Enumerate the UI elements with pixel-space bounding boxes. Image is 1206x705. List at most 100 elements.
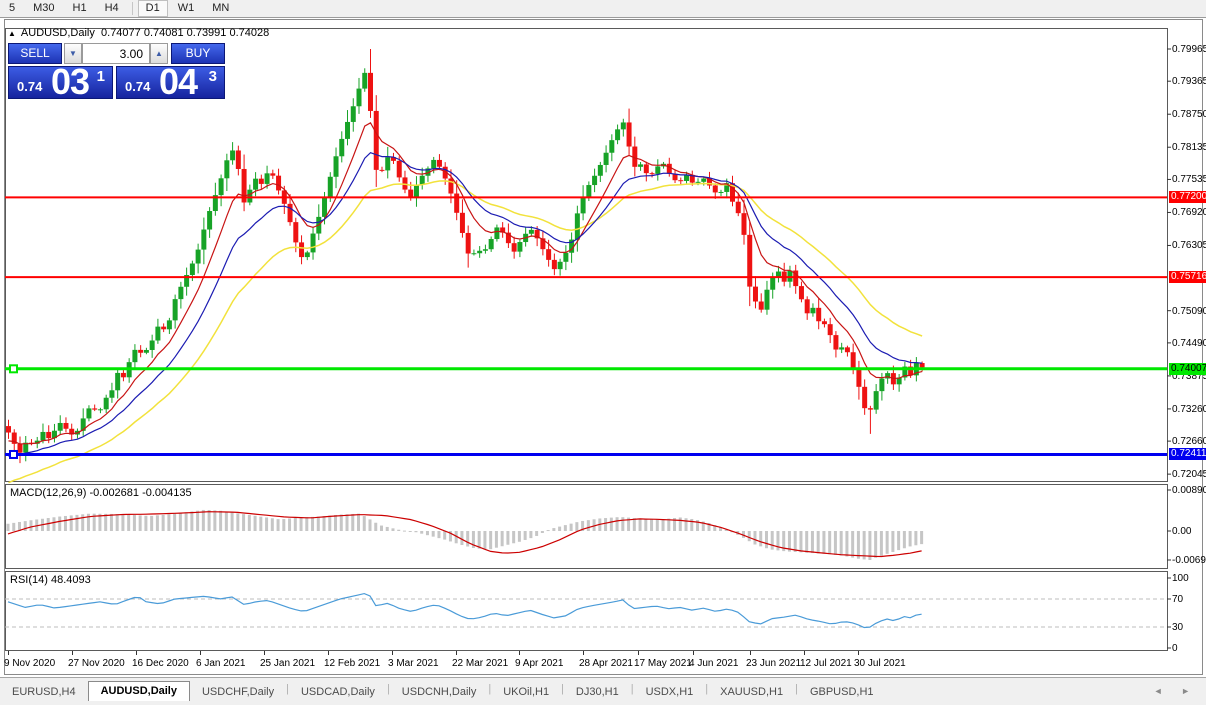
- tab-USDCNH-Daily[interactable]: USDCNH,Daily: [390, 683, 489, 702]
- candle-body: [109, 390, 115, 398]
- candle-body: [345, 121, 351, 139]
- date-tick: 30 Jul 2021: [854, 658, 906, 669]
- candle-body: [701, 178, 707, 182]
- macd-hist-bar: [75, 514, 79, 531]
- symbol-header[interactable]: ▲ AUDUSD,Daily 0.74077 0.74081 0.73991 0.…: [8, 27, 269, 39]
- candle-body: [798, 286, 804, 300]
- tab-scroll-arrows[interactable]: ◄ ►: [1154, 686, 1206, 702]
- macd-hist-bar: [293, 517, 297, 531]
- macd-hist-bar: [322, 516, 326, 531]
- buy-price-sup: 3: [208, 68, 217, 85]
- macd-hist-bar: [845, 531, 849, 557]
- macd-hist-bar: [288, 518, 292, 531]
- candle-body: [546, 249, 552, 260]
- date-tick: 28 Apr 2021: [579, 658, 633, 669]
- candle-body: [678, 180, 684, 182]
- macd-hist-bar: [793, 531, 797, 552]
- candle-body: [299, 242, 305, 258]
- candle-body: [867, 408, 873, 410]
- tab-UKOil-H1[interactable]: UKOil,H1: [491, 683, 561, 702]
- candle-body: [120, 372, 126, 378]
- tab-GBPUSD-H1[interactable]: GBPUSD,H1: [798, 683, 886, 702]
- candle-body: [563, 252, 569, 262]
- macd-scale-0.00: 0.00: [1172, 526, 1192, 537]
- candle-body: [735, 201, 741, 214]
- candle-body: [333, 156, 339, 177]
- macd-hist-bar: [397, 529, 401, 531]
- date-tick: 25 Jan 2021: [260, 658, 316, 669]
- macd-hist-bar: [902, 531, 906, 549]
- date-tick: 12 Feb 2021: [324, 658, 381, 669]
- macd-hist-bar: [161, 514, 165, 531]
- candle-body: [115, 372, 121, 391]
- tab-XAUUSD-H1[interactable]: XAUUSD,H1: [708, 683, 795, 702]
- buy-price-box[interactable]: 0.74 04 3: [116, 61, 225, 102]
- candle-body: [839, 347, 845, 350]
- macd-hist-bar: [546, 530, 550, 532]
- candle-body: [195, 249, 201, 264]
- candle-body: [373, 110, 379, 170]
- candle-body: [327, 176, 333, 198]
- macd-hist-bar: [489, 531, 493, 550]
- chart-tab-bar: EURUSD,H4 AUDUSD,Daily USDCHF,Daily | USDCAD…: [0, 677, 1206, 702]
- candle-body: [488, 239, 494, 250]
- date-tick: 17 May 2021: [634, 658, 692, 669]
- macd-hist-bar: [512, 531, 516, 544]
- candle-body: [103, 397, 109, 410]
- macd-hist-bar: [6, 523, 10, 531]
- candle-body: [816, 307, 822, 322]
- macd-hist-bar: [874, 531, 878, 558]
- chart-canvas[interactable]: [0, 0, 1206, 705]
- macd-hist-bar: [236, 513, 240, 531]
- macd-hist-bar: [357, 513, 361, 531]
- volume-input[interactable]: [82, 43, 150, 64]
- candle-body: [752, 286, 758, 302]
- rsi-value: 48.4093: [50, 574, 91, 586]
- date-tick: 9 Nov 2020: [4, 658, 56, 669]
- candle-body: [207, 211, 213, 230]
- price-tick-0.74490: 0.74490: [1172, 338, 1206, 349]
- macd-hist-bar: [558, 526, 562, 531]
- price-tick-0.79365: 0.79365: [1172, 76, 1206, 87]
- candle-body: [40, 431, 46, 441]
- macd-hist-bar: [345, 514, 349, 531]
- tab-EURUSD-H4[interactable]: EURUSD,H4: [0, 683, 88, 702]
- candle-body: [528, 229, 534, 234]
- hline-handle[interactable]: [9, 449, 18, 459]
- macd-hist-bar: [575, 522, 579, 531]
- candle-body: [804, 299, 810, 314]
- sell-price-box[interactable]: 0.74 03 1: [8, 61, 113, 102]
- tab-DJ30-H1[interactable]: DJ30,H1: [564, 683, 631, 702]
- price-chip-0.75716: 0.75716: [1169, 271, 1206, 283]
- candle-body: [431, 159, 437, 169]
- buy-price-small: 0.74: [125, 79, 151, 94]
- tab-USDCHF-Daily[interactable]: USDCHF,Daily: [190, 683, 286, 702]
- date-tick: 3 Mar 2021: [388, 658, 439, 669]
- macd-hist-bar: [402, 530, 406, 532]
- macd-hist-bar: [678, 517, 682, 531]
- tab-USDCAD-Daily[interactable]: USDCAD,Daily: [289, 683, 387, 702]
- candle-body: [712, 185, 718, 193]
- macd-hist-bar: [81, 514, 85, 531]
- macd-hist-bar: [523, 531, 527, 540]
- macd-hist-bar: [885, 531, 889, 554]
- tab-USDX-H1[interactable]: USDX,H1: [634, 683, 706, 702]
- macd-hist-bar: [201, 509, 205, 531]
- macd-hist-bar: [104, 513, 108, 531]
- candle-body: [620, 122, 626, 130]
- macd-hist-bar: [253, 515, 257, 531]
- macd-hist-bar: [316, 516, 320, 531]
- candle-body: [827, 324, 833, 336]
- macd-hist-bar: [150, 515, 154, 531]
- tab-AUDUSD-Daily[interactable]: AUDUSD,Daily: [87, 681, 190, 702]
- candle-body: [919, 363, 925, 368]
- macd-hist-bar: [770, 531, 774, 550]
- macd-hist-bar: [747, 531, 751, 542]
- candle-body: [143, 349, 149, 353]
- rsi-label: RSI(14) 48.4093: [10, 574, 91, 586]
- sell-price-small: 0.74: [17, 79, 43, 94]
- candle-body: [413, 184, 419, 198]
- candle-body: [821, 321, 827, 325]
- hline-handle[interactable]: [9, 364, 18, 374]
- collapse-icon[interactable]: ▲: [8, 29, 16, 38]
